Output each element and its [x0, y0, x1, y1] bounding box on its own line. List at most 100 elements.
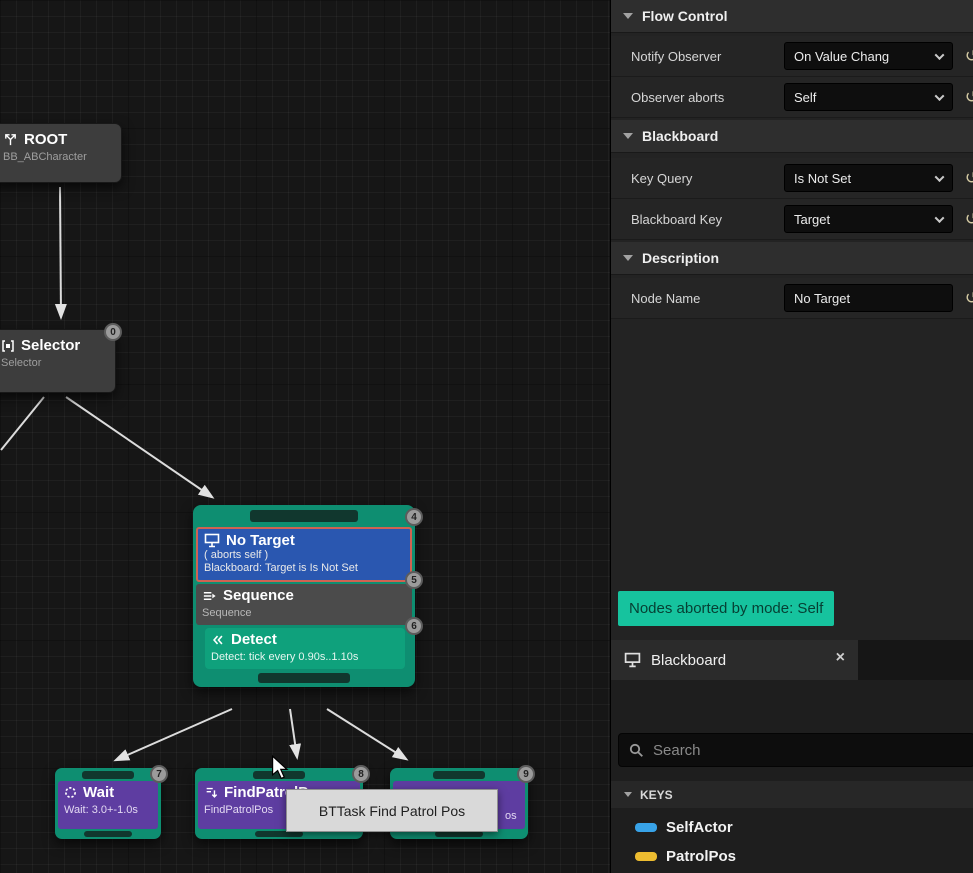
- execution-index-badge: 8: [352, 765, 370, 783]
- execution-index-badge: 5: [405, 571, 423, 589]
- node-name-input[interactable]: [794, 290, 943, 306]
- sequence-subtitle: Sequence: [202, 607, 252, 619]
- root-icon: [5, 134, 16, 146]
- property-row-notify-observer: Notify Observer On Value Chang ↺: [611, 36, 973, 77]
- dropdown-value: Is Not Set: [794, 170, 852, 186]
- property-label: Node Name: [631, 290, 701, 306]
- reset-to-default-icon[interactable]: ↺: [965, 290, 973, 307]
- abort-mode-notice: Nodes aborted by mode: Self: [618, 591, 835, 626]
- blackboard-key-dropdown[interactable]: Target: [784, 205, 953, 233]
- property-label: Key Query: [631, 170, 693, 186]
- wait-subtitle: Wait: 3.0+-1.0s: [64, 804, 138, 816]
- chevron-down-icon: [934, 49, 945, 60]
- notify-observer-dropdown[interactable]: On Value Chang: [784, 42, 953, 70]
- section-header-description[interactable]: Description: [611, 242, 973, 275]
- collapse-triangle-icon: [623, 255, 633, 261]
- execution-index-badge: 7: [150, 765, 168, 783]
- blackboard-tab-icon: [624, 652, 641, 668]
- key-query-dropdown[interactable]: Is Not Set: [784, 164, 953, 192]
- section-header-flow-control[interactable]: Flow Control: [611, 0, 973, 33]
- input-pin-bar[interactable]: [55, 768, 161, 781]
- section-header-blackboard[interactable]: Blackboard: [611, 120, 973, 153]
- panel-tab-bar: Blackboard ×: [611, 640, 973, 680]
- sequence-composite-node[interactable]: 4 5 6 No Target ( aborts self ) Blackboa…: [193, 505, 423, 687]
- close-icon[interactable]: ×: [836, 649, 845, 667]
- input-pin-bar[interactable]: [193, 505, 415, 527]
- wait-task-node[interactable]: 7 Wait Wait: 3.0+-1.0s: [55, 765, 168, 839]
- property-label: Blackboard Key: [631, 211, 723, 227]
- mouse-cursor: [272, 755, 289, 779]
- details-panel: Flow Control Notify Observer On Value Ch…: [610, 0, 973, 873]
- decorator-title: No Target: [226, 532, 295, 549]
- reset-to-default-icon[interactable]: ↺: [965, 89, 973, 106]
- execution-index-badge: 0: [104, 323, 122, 341]
- blackboard-key-selfactor[interactable]: SelfActor: [611, 813, 973, 841]
- property-row-observer-aborts: Observer aborts Self ↺: [611, 77, 973, 118]
- dropdown-value: Self: [794, 89, 817, 105]
- sequence-icon: [203, 591, 216, 600]
- decorator-aborts-line: ( aborts self ): [204, 549, 269, 561]
- pin-notch: [84, 831, 132, 837]
- decorator-condition-line: Blackboard: Target is Is Not Set: [204, 562, 358, 574]
- execution-index-badge: 6: [405, 617, 423, 635]
- key-name: PatrolPos: [666, 847, 737, 865]
- blackboard-key-patrolpos[interactable]: PatrolPos: [611, 842, 973, 870]
- pin-notch: [433, 771, 485, 779]
- output-pin-bar[interactable]: [193, 669, 415, 687]
- root-node[interactable]: ROOT BB_ABCharacter: [0, 123, 122, 183]
- property-label: Observer aborts: [631, 89, 725, 105]
- task-icon: [206, 787, 218, 798]
- pin-notch: [258, 673, 350, 683]
- tab-blackboard[interactable]: Blackboard ×: [611, 640, 858, 680]
- detect-service-node[interactable]: Detect Detect: tick every 0.90s..1.10s: [205, 628, 405, 669]
- pin-notch: [82, 771, 134, 779]
- node-tooltip-text: BTTask Find Patrol Pos: [318, 802, 466, 819]
- chevron-down-icon: [934, 90, 945, 101]
- wait-title: Wait: [83, 784, 115, 801]
- service-title: Detect: [231, 631, 277, 648]
- sequence-title: Sequence: [223, 587, 294, 604]
- dropdown-value: On Value Chang: [794, 48, 890, 64]
- execution-index-badge: 4: [405, 508, 423, 526]
- third-task-subtitle-fragment: os: [505, 810, 517, 822]
- reset-to-default-icon[interactable]: ↺: [965, 48, 973, 65]
- blackboard-search-box: [618, 733, 973, 767]
- sequence-node[interactable]: Sequence Sequence: [196, 584, 412, 625]
- no-target-decorator[interactable]: No Target ( aborts self ) Blackboard: Ta…: [196, 527, 412, 582]
- reset-to-default-icon[interactable]: ↺: [965, 170, 973, 187]
- tab-label: Blackboard: [651, 651, 727, 669]
- section-label: Description: [642, 250, 720, 266]
- wait-icon: [65, 787, 76, 798]
- observer-aborts-dropdown[interactable]: Self: [784, 83, 953, 111]
- collapse-triangle-icon: [623, 133, 633, 139]
- behavior-tree-editor: ROOT BB_ABCharacter 0 Selector Selector …: [0, 0, 973, 873]
- keys-section-header[interactable]: KEYS: [611, 781, 973, 808]
- dropdown-value: Target: [794, 211, 831, 227]
- section-label: Flow Control: [642, 8, 728, 24]
- abort-mode-notice-text: Nodes aborted by mode: Self: [629, 600, 824, 617]
- graph-canvas[interactable]: ROOT BB_ABCharacter 0 Selector Selector …: [0, 0, 610, 873]
- output-pin-bar[interactable]: [55, 829, 161, 839]
- search-icon: [629, 743, 643, 757]
- selector-node[interactable]: 0 Selector Selector: [0, 323, 122, 393]
- collapse-triangle-icon: [624, 792, 632, 797]
- service-icon: [213, 635, 223, 644]
- blackboard-decorator-icon: [204, 533, 220, 548]
- node-tooltip: BTTask Find Patrol Pos: [286, 789, 498, 832]
- section-label: Blackboard: [642, 128, 719, 144]
- reset-to-default-icon[interactable]: ↺: [965, 211, 973, 228]
- property-row-node-name: Node Name ↺: [611, 278, 973, 319]
- selector-node-title: Selector: [21, 337, 81, 354]
- pin-notch: [250, 510, 358, 522]
- node-name-field-wrap: [784, 284, 953, 312]
- root-node-title: ROOT: [24, 131, 68, 148]
- service-subtitle: Detect: tick every 0.90s..1.10s: [211, 651, 359, 663]
- collapse-triangle-icon: [623, 13, 633, 19]
- object-key-type-icon: [635, 822, 657, 832]
- root-node-subtitle: BB_ABCharacter: [3, 151, 87, 163]
- property-row-key-query: Key Query Is Not Set ↺: [611, 158, 973, 199]
- search-input[interactable]: [653, 741, 973, 759]
- input-pin-bar[interactable]: [390, 768, 528, 781]
- execution-index-badge: 9: [517, 765, 535, 783]
- selector-icon: [2, 339, 14, 352]
